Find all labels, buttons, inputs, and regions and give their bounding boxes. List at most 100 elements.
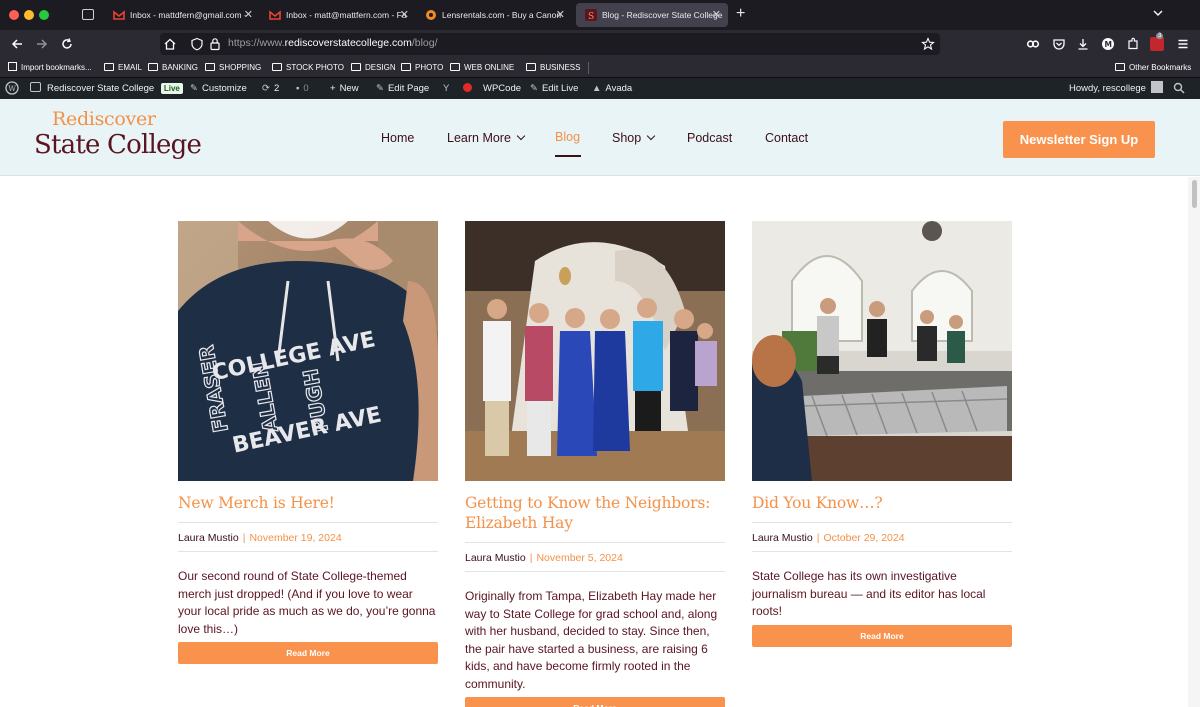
bookmark-label: WEB ONLINE xyxy=(464,63,515,72)
close-window-button[interactable] xyxy=(9,10,19,20)
nav-shop[interactable]: Shop xyxy=(612,131,656,145)
browser-tab-bar: Inbox - mattdfern@gmail.com - ✕ Inbox - … xyxy=(0,0,1200,30)
updates-count: 2 xyxy=(273,83,280,94)
new-tab-icon[interactable]: + xyxy=(736,5,745,23)
new-label: New xyxy=(339,83,359,94)
post-title-link[interactable]: Did You Know…? xyxy=(752,493,1012,513)
folder-icon xyxy=(401,63,411,71)
greeting-label: Howdy, rescollege xyxy=(1069,83,1146,94)
nav-learn-more[interactable]: Learn More xyxy=(447,131,526,145)
import-icon xyxy=(8,62,17,71)
nav-podcast[interactable]: Podcast xyxy=(687,131,732,145)
browser-tab-active[interactable]: S Blog - Rediscover State College ✕ xyxy=(576,3,728,27)
search-icon[interactable] xyxy=(1173,82,1185,94)
site-logo-line1[interactable]: Rediscover xyxy=(52,108,156,130)
nav-blog[interactable]: Blog xyxy=(555,130,580,144)
chevron-down-icon[interactable] xyxy=(1152,7,1164,19)
gmail-icon xyxy=(269,10,281,20)
folder-icon xyxy=(450,63,460,71)
extension-badge-icon[interactable]: 3 xyxy=(1150,33,1164,51)
post-author[interactable]: Laura Mustio xyxy=(752,532,813,544)
scrollbar-thumb[interactable] xyxy=(1192,180,1197,208)
bookmark-folder-stock-photo[interactable]: STOCK PHOTO xyxy=(272,62,344,74)
bookmark-folder-other[interactable]: Other Bookmarks xyxy=(1115,62,1191,74)
menu-icon[interactable] xyxy=(1176,37,1190,51)
admin-site-name[interactable]: Rediscover State College Live xyxy=(30,78,183,99)
folder-icon xyxy=(205,63,215,71)
post-meta: Laura Mustio | November 5, 2024 xyxy=(465,542,725,572)
admin-customize[interactable]: ✎ Customize xyxy=(190,78,247,99)
url-text: https://www.rediscoverstatecollege.com/b… xyxy=(228,37,438,49)
nav-contact[interactable]: Contact xyxy=(765,131,808,145)
read-more-button[interactable]: Read More xyxy=(178,642,438,664)
minimize-window-button[interactable] xyxy=(24,10,34,20)
firefox-view-icon[interactable] xyxy=(82,9,94,20)
browser-tab[interactable]: Inbox - matt@mattfern.com - Fa ✕ xyxy=(260,3,416,27)
bookmark-folder-business[interactable]: BUSINESS xyxy=(526,62,580,74)
account-icon[interactable]: M xyxy=(1101,37,1115,51)
home-icon[interactable] xyxy=(163,37,177,51)
post-date[interactable]: October 29, 2024 xyxy=(823,532,904,544)
stage-photo-image xyxy=(752,221,1012,481)
back-arrow-icon[interactable] xyxy=(10,37,24,51)
bookmark-folder-photo[interactable]: PHOTO xyxy=(401,62,443,74)
admin-seo-status[interactable] xyxy=(463,78,472,99)
post-image-neighbors[interactable] xyxy=(465,221,725,481)
close-tab-icon[interactable]: ✕ xyxy=(556,3,565,27)
bookmark-folder-email[interactable]: EMAIL xyxy=(104,62,142,74)
read-more-button[interactable]: Read More xyxy=(465,697,725,707)
reload-icon[interactable] xyxy=(60,37,74,51)
browser-tab[interactable]: Lensrentals.com - Buy a Canon ✕ xyxy=(416,3,572,27)
maximize-window-button[interactable] xyxy=(39,10,49,20)
close-tab-icon[interactable]: ✕ xyxy=(244,3,253,27)
bookmark-label: Import bookmarks... xyxy=(21,63,92,72)
bookmark-import[interactable]: Import bookmarks... xyxy=(8,62,92,74)
nav-label: Learn More xyxy=(447,131,511,145)
post-author[interactable]: Laura Mustio xyxy=(465,552,526,564)
post-date[interactable]: November 5, 2024 xyxy=(536,552,622,564)
download-icon[interactable] xyxy=(1076,37,1090,51)
forward-arrow-icon[interactable] xyxy=(35,37,49,51)
address-bar[interactable]: https://www.rediscoverstatecollege.com/b… xyxy=(160,33,940,55)
wordpress-logo-icon[interactable]: W xyxy=(5,81,19,95)
post-title-link[interactable]: New Merch is Here! xyxy=(178,493,438,513)
bookmark-folder-shopping[interactable]: SHOPPING xyxy=(205,62,261,74)
tab-title: Inbox - matt@mattfern.com - Fa xyxy=(286,10,407,20)
nav-home[interactable]: Home xyxy=(381,131,414,145)
post-author[interactable]: Laura Mustio xyxy=(178,532,239,544)
site-header: Rediscover State College Home Learn More… xyxy=(0,99,1200,176)
post-excerpt: State College has its own investigative … xyxy=(752,569,986,618)
wpcode-label: WPCode xyxy=(483,83,522,94)
post-date[interactable]: November 19, 2024 xyxy=(249,532,341,544)
post-title-link[interactable]: Getting to Know the Neighbors: Elizabeth… xyxy=(465,493,725,533)
family-photo-image xyxy=(465,221,725,481)
meta-separator: | xyxy=(242,532,246,544)
admin-account[interactable]: Howdy, rescollege xyxy=(1069,78,1163,99)
bookmark-folder-banking[interactable]: BANKING xyxy=(148,62,198,74)
post-image-merch[interactable]: COLLEGE AVE BEAVER AVE FRASER ALLEN PUGH xyxy=(178,221,438,481)
admin-edit-page[interactable]: ✎ Edit Page xyxy=(376,78,429,99)
extensions-icon[interactable] xyxy=(1126,37,1140,51)
admin-avada[interactable]: ▲ Avada xyxy=(592,78,632,99)
bookmark-folder-design[interactable]: DESIGN xyxy=(351,62,396,74)
bookmark-star-icon[interactable] xyxy=(921,37,935,51)
site-logo-line2[interactable]: State College xyxy=(34,130,202,160)
admin-wpcode[interactable]: WPCode xyxy=(483,78,521,99)
newsletter-signup-button[interactable]: Newsletter Sign Up xyxy=(1003,121,1155,158)
admin-new[interactable]: + New xyxy=(330,78,359,99)
close-tab-icon[interactable]: ✕ xyxy=(400,3,409,27)
mask-extension-icon[interactable] xyxy=(1026,37,1040,51)
admin-edit-live[interactable]: ✎ Edit Live xyxy=(530,78,578,99)
admin-comments[interactable]: ▪ 0 xyxy=(296,78,309,99)
read-more-button[interactable]: Read More xyxy=(752,625,1012,647)
admin-updates[interactable]: ⟳ 2 xyxy=(262,78,279,99)
lock-icon[interactable] xyxy=(209,37,221,51)
admin-yoast[interactable]: Y xyxy=(443,78,449,99)
pocket-icon[interactable] xyxy=(1052,37,1066,51)
close-tab-icon[interactable]: ✕ xyxy=(712,3,721,27)
bookmark-folder-web-online[interactable]: WEB ONLINE xyxy=(450,62,514,74)
post-image-did-you-know[interactable] xyxy=(752,221,1012,481)
shield-icon[interactable] xyxy=(190,37,204,51)
browser-tab[interactable]: Inbox - mattdfern@gmail.com - ✕ xyxy=(104,3,260,27)
page-scrollbar[interactable] xyxy=(1188,177,1200,707)
